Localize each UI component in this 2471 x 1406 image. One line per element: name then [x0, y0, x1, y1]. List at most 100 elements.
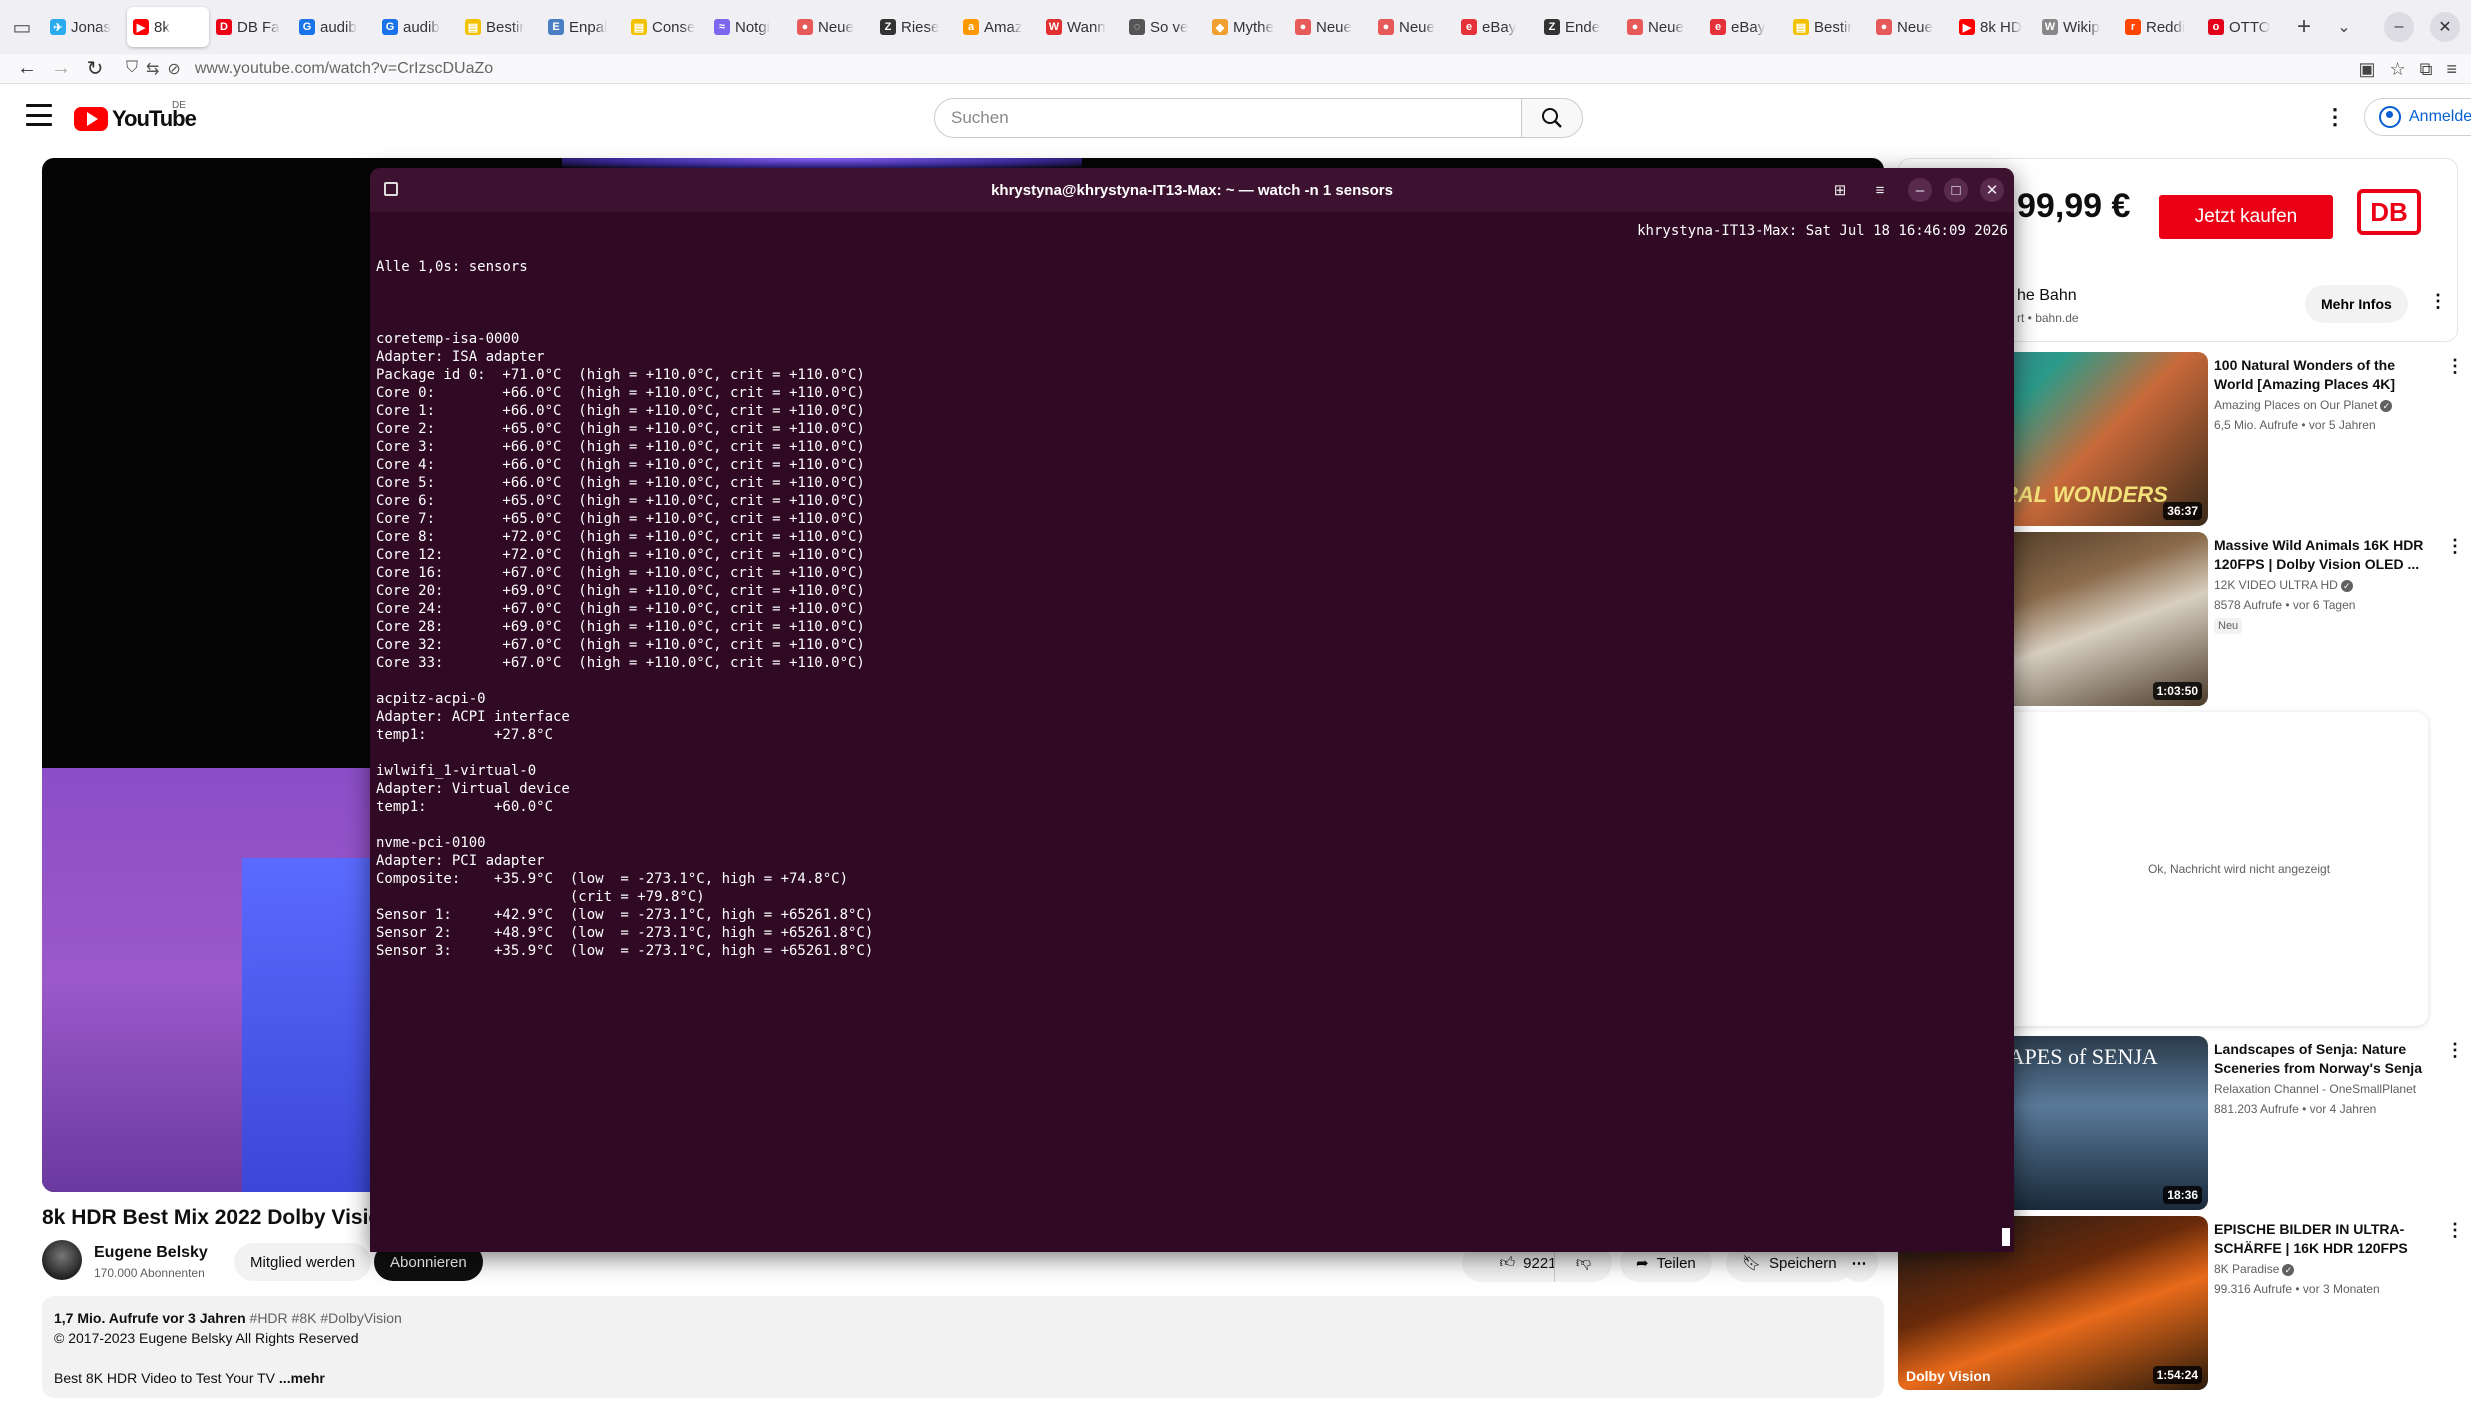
browser-tab[interactable]: e eBay — [1455, 7, 1537, 47]
screenshot-icon[interactable]: ▣ — [2358, 59, 2375, 80]
browser-tab[interactable]: ▶ 8k HD — [1953, 7, 2035, 47]
terminal-line: Adapter: ACPI interface — [376, 709, 570, 725]
minimize-window-button[interactable]: – — [2384, 12, 2414, 42]
new-tab-button[interactable]: + — [2284, 7, 2324, 47]
tab-favicon-icon: G — [382, 19, 398, 35]
tab-label: Neue — [1648, 18, 1684, 36]
tab-overview-icon[interactable]: ▭ — [0, 0, 44, 54]
terminal-line: Core 8: +72.0°C (high = +110.0°C, crit =… — [376, 529, 865, 545]
browser-tab[interactable]: Z Riese — [874, 7, 956, 47]
bookmark-icon: 🔖︎ — [1742, 1255, 1762, 1272]
search-button[interactable] — [1521, 98, 1583, 138]
browser-tab[interactable]: Gaudib — [376, 7, 458, 47]
search-input[interactable]: Suchen — [934, 98, 1522, 138]
terminal-line: Sensor 2: +48.9°C (low = -273.1°C, high … — [376, 925, 874, 941]
advertiser-domain: rt • bahn.de — [2017, 311, 2079, 325]
browser-tab[interactable]: ▶ 8k — [127, 7, 209, 47]
recommendation-channel[interactable]: Relaxation Channel - OneSmallPlanet — [2214, 1082, 2416, 1096]
back-button[interactable]: ← — [10, 54, 44, 84]
terminal-window[interactable]: khrystyna@khrystyna-IT13-Max: ~ — watch … — [370, 168, 2014, 1252]
hashtags[interactable]: #HDR #8K #DolbyVision — [250, 1310, 402, 1326]
terminal-output[interactable]: Alle 1,0s: sensors coretemp-isa-0000 Adap… — [376, 222, 2008, 1252]
recommendation-title[interactable]: 100 Natural Wonders of the World [Amazin… — [2214, 356, 2434, 394]
browser-tab[interactable]: ▤ Bestir — [1787, 7, 1869, 47]
browser-tab[interactable]: r Reddi — [2119, 7, 2201, 47]
recommendation-channel[interactable]: 8K Paradise ✓ — [2214, 1262, 2295, 1276]
reload-button[interactable]: ↻ — [78, 54, 112, 84]
recommendation-options-icon[interactable]: ⋮ — [2446, 536, 2464, 557]
terminal-close-button[interactable]: ✕ — [1980, 178, 2004, 202]
browser-tab[interactable]: ≈ Notgi — [708, 7, 790, 47]
browser-tab[interactable]: ● Neue — [1870, 7, 1952, 47]
tab-label: DB Fa — [237, 18, 280, 36]
tab-favicon-icon: e — [1710, 19, 1726, 35]
channel-name[interactable]: Eugene Belsky — [94, 1244, 208, 1262]
browser-tab[interactable]: ● Neue — [1289, 7, 1371, 47]
browser-tab[interactable]: ● Neue — [791, 7, 873, 47]
tab-label: Neue — [818, 18, 854, 36]
terminal-menu-icon[interactable]: ≡ — [1868, 178, 1892, 202]
menu-icon[interactable]: ≡ — [2446, 59, 2457, 80]
recommendation-title[interactable]: Landscapes of Senja: Nature Sceneries fr… — [2214, 1040, 2434, 1078]
extensions-icon[interactable]: ⧉ — [2420, 59, 2433, 80]
forward-button[interactable]: → — [44, 54, 78, 84]
terminal-line: Core 5: +66.0°C (high = +110.0°C, crit =… — [376, 475, 865, 491]
browser-tab[interactable]: Z Ende — [1538, 7, 1620, 47]
recommendation-options-icon[interactable]: ⋮ — [2446, 1040, 2464, 1061]
tab-label: Neue — [1897, 18, 1933, 36]
tab-favicon-icon: ● — [797, 19, 813, 35]
recommendation-title[interactable]: EPISCHE BILDER IN ULTRA-SCHÄRFE | 16K HD… — [2214, 1220, 2434, 1258]
settings-dots-icon[interactable]: ⋮ — [2324, 104, 2346, 130]
browser-tab[interactable]: ● Neue — [1372, 7, 1454, 47]
browser-tab[interactable]: E Enpal — [542, 7, 624, 47]
ad-more-info-button[interactable]: Mehr Infos — [2305, 285, 2408, 323]
show-more-link[interactable]: ...mehr — [279, 1370, 325, 1386]
terminal-new-tab-icon[interactable] — [384, 182, 398, 196]
browser-tab[interactable]: ✈ Jonas — [44, 7, 126, 47]
terminal-minimize-button[interactable]: – — [1908, 178, 1932, 202]
account-icon — [2379, 106, 2401, 128]
ad-buy-button[interactable]: Jetzt kaufen — [2159, 195, 2333, 239]
terminal-maximize-button[interactable]: □ — [1944, 178, 1968, 202]
recommendation-channel-name: 8K Paradise — [2214, 1262, 2280, 1276]
terminal-line: coretemp-isa-0000 — [376, 331, 520, 347]
browser-tab[interactable]: W Wikip — [2036, 7, 2118, 47]
hamburger-menu-icon[interactable] — [26, 104, 52, 126]
browser-tab[interactable]: D DB Fa — [210, 7, 292, 47]
recommendation-channel-name: 12K VIDEO ULTRA HD — [2214, 578, 2338, 592]
browser-tab[interactable]: o OTTO — [2202, 7, 2284, 47]
close-window-button[interactable]: ✕ — [2430, 12, 2460, 42]
description-box[interactable]: 1,7 Mio. Aufrufe vor 3 Jahren #HDR #8K #… — [42, 1296, 1884, 1398]
browser-tab[interactable]: ▤ Conse — [625, 7, 707, 47]
browser-tab[interactable]: e eBay — [1704, 7, 1786, 47]
tab-list-dropdown-icon[interactable]: ⌄ — [2324, 7, 2364, 47]
terminal-grid-icon[interactable]: ⊞ — [1828, 178, 1852, 202]
terminal-line: Composite: +35.9°C (low = -273.1°C, high… — [376, 871, 849, 887]
terminal-line: iwlwifi_1-virtual-0 — [376, 763, 537, 779]
recommendation-channel[interactable]: Amazing Places on Our Planet ✓ — [2214, 398, 2393, 412]
recommendation-channel[interactable]: 12K VIDEO ULTRA HD ✓ — [2214, 578, 2353, 592]
terminal-titlebar[interactable]: khrystyna@khrystyna-IT13-Max: ~ — watch … — [370, 168, 2014, 212]
browser-tab[interactable]: ◆ Mythe — [1206, 7, 1288, 47]
browser-tab[interactable]: Gaudib — [293, 7, 375, 47]
recommendation-options-icon[interactable]: ⋮ — [2446, 356, 2464, 377]
tab-label: Ende — [1565, 18, 1601, 36]
browser-tab[interactable]: W Wann — [1040, 7, 1122, 47]
url-field[interactable]: www.youtube.com/watch?v=CrIzscDUaZo — [195, 60, 493, 78]
browser-tab[interactable]: ◌ So ve — [1123, 7, 1205, 47]
recommendation-title[interactable]: Massive Wild Animals 16K HDR 120FPS | Do… — [2214, 536, 2434, 574]
browser-tab[interactable]: ● Neue — [1621, 7, 1703, 47]
recommendation-options-icon[interactable]: ⋮ — [2446, 1220, 2464, 1241]
site-info-icons[interactable]: ⛉ ⇆ ⊘ — [126, 59, 181, 79]
video-duration: 1:54:24 — [2152, 1366, 2202, 1384]
signin-button[interactable]: Anmelden — [2364, 98, 2471, 136]
bookmark-star-icon[interactable]: ☆ — [2389, 59, 2405, 80]
join-button[interactable]: Mitglied werden — [234, 1243, 372, 1281]
channel-avatar[interactable] — [42, 1240, 82, 1280]
browser-tab[interactable]: a Amaz — [957, 7, 1039, 47]
tab-favicon-icon: ▶ — [133, 19, 149, 35]
ad-options-icon[interactable]: ⋮ — [2429, 291, 2447, 312]
browser-tab[interactable]: ▤ Bestir — [459, 7, 541, 47]
